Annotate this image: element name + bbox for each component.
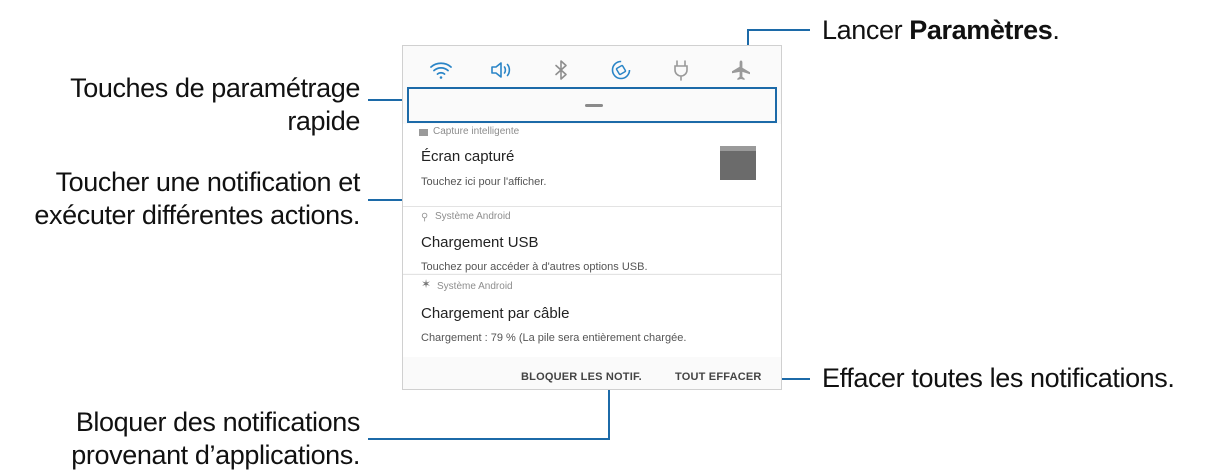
lightning-icon: ✶ — [421, 277, 432, 291]
notification-item[interactable]: ✶ Système Android Chargement par câble C… — [403, 275, 781, 357]
screenshot-thumbnail[interactable] — [720, 146, 756, 180]
callout-launch-settings-prefix: Lancer — [822, 15, 910, 45]
bluetooth-icon[interactable] — [549, 58, 573, 82]
image-icon — [419, 129, 428, 136]
callout-launch-settings: Lancer Paramètres. — [822, 14, 1060, 47]
notification-app-name: Capture intelligente — [433, 126, 520, 137]
callout-tap-notification: Toucher une notification et exécuter dif… — [0, 166, 360, 232]
callout-tap-notification-line1: Toucher une notification et — [55, 167, 361, 197]
callout-clear-all-text: Effacer toutes les notifications. — [822, 363, 1175, 393]
leader-line-block-v — [608, 386, 610, 440]
power-saving-icon[interactable] — [669, 58, 693, 82]
callout-launch-settings-bold: Paramètres — [909, 15, 1053, 45]
callout-tap-notification-line2: exécuter différentes actions. — [34, 200, 360, 230]
callout-block-notifications-line1: Bloquer des notifications — [75, 407, 361, 437]
notification-body: Touchez ici pour l'afficher. — [421, 176, 547, 188]
callout-quick-settings-line1: Touches de paramétrage — [70, 73, 360, 103]
wifi-icon[interactable] — [429, 58, 453, 82]
callout-launch-settings-suffix: . — [1052, 15, 1060, 45]
leader-line-quick-settings — [368, 99, 406, 101]
airplane-mode-icon[interactable] — [729, 58, 753, 82]
notification-item[interactable]: ⚲ Système Android Chargement USB Touchez… — [403, 207, 781, 273]
notification-body: Touchez pour accéder à d'autres options … — [421, 261, 648, 273]
notification-app-name: Système Android — [437, 281, 513, 292]
sound-icon[interactable] — [489, 58, 513, 82]
notification-body: Chargement : 79 % (La pile sera entièrem… — [421, 332, 687, 344]
callout-block-notifications: Bloquer des notifications provenant d’ap… — [0, 406, 360, 472]
notification-panel: Capture intelligente Écran capturé Touch… — [402, 45, 782, 390]
quick-settings-expand-bar[interactable] — [407, 87, 777, 123]
callout-block-notifications-line2: provenant d’applications. — [71, 440, 360, 470]
leader-line-settings-h — [748, 29, 810, 31]
drag-handle[interactable] — [585, 104, 603, 107]
leader-line-block-h — [368, 438, 610, 440]
notification-title: Chargement par câble — [421, 305, 570, 322]
callout-clear-all: Effacer toutes les notifications. — [822, 362, 1175, 395]
notification-title: Chargement USB — [421, 234, 539, 251]
notification-title: Écran capturé — [421, 148, 515, 165]
block-notifications-button[interactable]: BLOQUER LES NOTIF. — [521, 371, 642, 383]
callout-quick-settings-line2: rapide — [287, 106, 360, 136]
notification-app-name: Système Android — [435, 211, 511, 222]
android-icon: ⚲ — [421, 212, 429, 223]
quick-settings-row — [403, 46, 781, 86]
auto-rotate-icon[interactable] — [609, 58, 633, 82]
callout-quick-settings: Touches de paramétrage rapide — [0, 72, 360, 138]
clear-all-button[interactable]: TOUT EFFACER — [675, 371, 762, 383]
